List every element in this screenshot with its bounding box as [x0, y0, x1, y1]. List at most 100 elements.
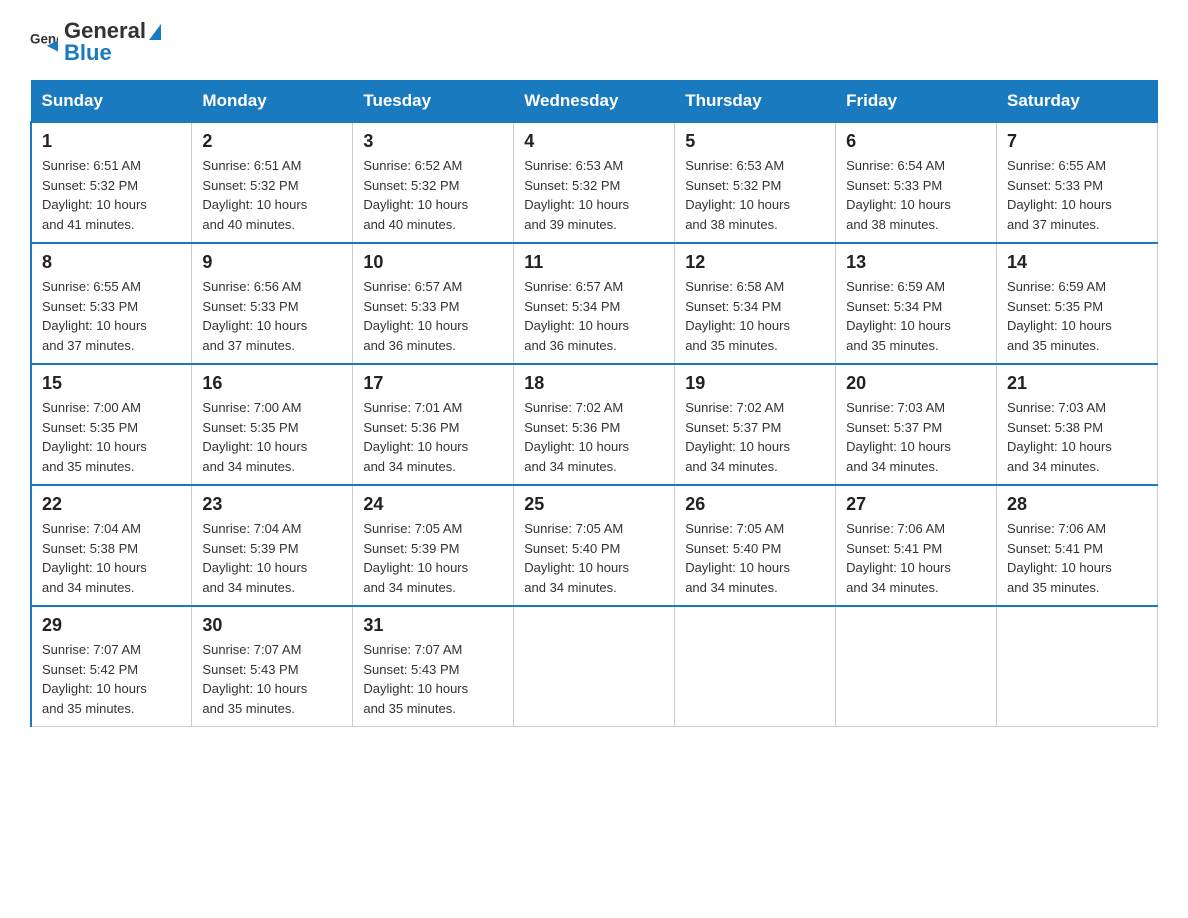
calendar-cell: 20 Sunrise: 7:03 AM Sunset: 5:37 PM Dayli… — [836, 364, 997, 485]
day-info: Sunrise: 6:58 AM Sunset: 5:34 PM Dayligh… — [685, 277, 825, 355]
calendar-cell — [514, 606, 675, 727]
calendar-week-row: 1 Sunrise: 6:51 AM Sunset: 5:32 PM Daylig… — [31, 122, 1158, 243]
day-number: 9 — [202, 252, 342, 273]
logo-blue-text: Blue — [64, 42, 161, 64]
day-number: 30 — [202, 615, 342, 636]
calendar-cell: 4 Sunrise: 6:53 AM Sunset: 5:32 PM Daylig… — [514, 122, 675, 243]
calendar-cell: 21 Sunrise: 7:03 AM Sunset: 5:38 PM Dayli… — [997, 364, 1158, 485]
day-info: Sunrise: 7:07 AM Sunset: 5:43 PM Dayligh… — [363, 640, 503, 718]
day-info: Sunrise: 6:53 AM Sunset: 5:32 PM Dayligh… — [524, 156, 664, 234]
day-info: Sunrise: 6:53 AM Sunset: 5:32 PM Dayligh… — [685, 156, 825, 234]
day-info: Sunrise: 7:03 AM Sunset: 5:38 PM Dayligh… — [1007, 398, 1147, 476]
day-number: 28 — [1007, 494, 1147, 515]
day-number: 4 — [524, 131, 664, 152]
calendar-cell — [997, 606, 1158, 727]
day-number: 10 — [363, 252, 503, 273]
calendar-cell: 24 Sunrise: 7:05 AM Sunset: 5:39 PM Dayli… — [353, 485, 514, 606]
day-number: 1 — [42, 131, 181, 152]
calendar-cell — [675, 606, 836, 727]
calendar-cell: 29Sunrise: 7:07 AM Sunset: 5:42 PM Dayli… — [31, 606, 192, 727]
day-info: Sunrise: 6:57 AM Sunset: 5:33 PM Dayligh… — [363, 277, 503, 355]
day-number: 23 — [202, 494, 342, 515]
day-number: 5 — [685, 131, 825, 152]
day-number: 15 — [42, 373, 181, 394]
page-header: General General Blue — [30, 20, 1158, 64]
calendar-week-row: 22 Sunrise: 7:04 AM Sunset: 5:38 PM Dayli… — [31, 485, 1158, 606]
day-number: 8 — [42, 252, 181, 273]
day-info: Sunrise: 6:54 AM Sunset: 5:33 PM Dayligh… — [846, 156, 986, 234]
day-info: Sunrise: 7:02 AM Sunset: 5:37 PM Dayligh… — [685, 398, 825, 476]
day-number: 20 — [846, 373, 986, 394]
calendar-cell: 17 Sunrise: 7:01 AM Sunset: 5:36 PM Dayli… — [353, 364, 514, 485]
day-info: Sunrise: 6:55 AM Sunset: 5:33 PM Dayligh… — [1007, 156, 1147, 234]
day-info: Sunrise: 7:02 AM Sunset: 5:36 PM Dayligh… — [524, 398, 664, 476]
calendar-week-row: 15 Sunrise: 7:00 AM Sunset: 5:35 PM Dayli… — [31, 364, 1158, 485]
day-info: Sunrise: 6:55 AM Sunset: 5:33 PM Dayligh… — [42, 277, 181, 355]
calendar-cell: 5 Sunrise: 6:53 AM Sunset: 5:32 PM Daylig… — [675, 122, 836, 243]
calendar-cell: 11Sunrise: 6:57 AM Sunset: 5:34 PM Dayli… — [514, 243, 675, 364]
weekday-header-row: SundayMondayTuesdayWednesdayThursdayFrid… — [31, 81, 1158, 123]
calendar-cell: 19 Sunrise: 7:02 AM Sunset: 5:37 PM Dayli… — [675, 364, 836, 485]
day-info: Sunrise: 6:52 AM Sunset: 5:32 PM Dayligh… — [363, 156, 503, 234]
calendar-cell: 13Sunrise: 6:59 AM Sunset: 5:34 PM Dayli… — [836, 243, 997, 364]
weekday-header-thursday: Thursday — [675, 81, 836, 123]
day-info: Sunrise: 7:00 AM Sunset: 5:35 PM Dayligh… — [42, 398, 181, 476]
calendar-cell: 14 Sunrise: 6:59 AM Sunset: 5:35 PM Dayli… — [997, 243, 1158, 364]
calendar-cell: 28 Sunrise: 7:06 AM Sunset: 5:41 PM Dayli… — [997, 485, 1158, 606]
day-number: 27 — [846, 494, 986, 515]
weekday-header-friday: Friday — [836, 81, 997, 123]
day-info: Sunrise: 7:05 AM Sunset: 5:40 PM Dayligh… — [524, 519, 664, 597]
day-number: 19 — [685, 373, 825, 394]
day-info: Sunrise: 7:06 AM Sunset: 5:41 PM Dayligh… — [846, 519, 986, 597]
day-number: 14 — [1007, 252, 1147, 273]
calendar-cell: 23 Sunrise: 7:04 AM Sunset: 5:39 PM Dayli… — [192, 485, 353, 606]
day-info: Sunrise: 7:05 AM Sunset: 5:40 PM Dayligh… — [685, 519, 825, 597]
logo: General General Blue — [30, 20, 161, 64]
day-info: Sunrise: 6:51 AM Sunset: 5:32 PM Dayligh… — [202, 156, 342, 234]
day-number: 22 — [42, 494, 181, 515]
day-info: Sunrise: 7:01 AM Sunset: 5:36 PM Dayligh… — [363, 398, 503, 476]
day-info: Sunrise: 7:06 AM Sunset: 5:41 PM Dayligh… — [1007, 519, 1147, 597]
calendar-table: SundayMondayTuesdayWednesdayThursdayFrid… — [30, 80, 1158, 727]
day-number: 6 — [846, 131, 986, 152]
calendar-cell: 3 Sunrise: 6:52 AM Sunset: 5:32 PM Daylig… — [353, 122, 514, 243]
day-number: 3 — [363, 131, 503, 152]
calendar-cell: 27 Sunrise: 7:06 AM Sunset: 5:41 PM Dayli… — [836, 485, 997, 606]
logo-triangle — [149, 24, 161, 40]
calendar-cell: 25 Sunrise: 7:05 AM Sunset: 5:40 PM Dayli… — [514, 485, 675, 606]
calendar-cell: 30 Sunrise: 7:07 AM Sunset: 5:43 PM Dayli… — [192, 606, 353, 727]
calendar-cell: 16 Sunrise: 7:00 AM Sunset: 5:35 PM Dayli… — [192, 364, 353, 485]
calendar-cell: 12 Sunrise: 6:58 AM Sunset: 5:34 PM Dayli… — [675, 243, 836, 364]
day-info: Sunrise: 7:03 AM Sunset: 5:37 PM Dayligh… — [846, 398, 986, 476]
day-number: 12 — [685, 252, 825, 273]
day-number: 16 — [202, 373, 342, 394]
day-info: Sunrise: 7:05 AM Sunset: 5:39 PM Dayligh… — [363, 519, 503, 597]
calendar-cell: 15 Sunrise: 7:00 AM Sunset: 5:35 PM Dayli… — [31, 364, 192, 485]
calendar-cell: 6 Sunrise: 6:54 AM Sunset: 5:33 PM Daylig… — [836, 122, 997, 243]
day-info: Sunrise: 7:07 AM Sunset: 5:43 PM Dayligh… — [202, 640, 342, 718]
day-info: Sunrise: 7:04 AM Sunset: 5:38 PM Dayligh… — [42, 519, 181, 597]
day-info: Sunrise: 6:51 AM Sunset: 5:32 PM Dayligh… — [42, 156, 181, 234]
calendar-cell: 31Sunrise: 7:07 AM Sunset: 5:43 PM Dayli… — [353, 606, 514, 727]
calendar-cell: 18Sunrise: 7:02 AM Sunset: 5:36 PM Dayli… — [514, 364, 675, 485]
day-info: Sunrise: 7:00 AM Sunset: 5:35 PM Dayligh… — [202, 398, 342, 476]
day-number: 26 — [685, 494, 825, 515]
day-number: 24 — [363, 494, 503, 515]
weekday-header-tuesday: Tuesday — [353, 81, 514, 123]
day-number: 17 — [363, 373, 503, 394]
calendar-cell: 9 Sunrise: 6:56 AM Sunset: 5:33 PM Daylig… — [192, 243, 353, 364]
calendar-cell: 2 Sunrise: 6:51 AM Sunset: 5:32 PM Daylig… — [192, 122, 353, 243]
day-info: Sunrise: 6:56 AM Sunset: 5:33 PM Dayligh… — [202, 277, 342, 355]
day-info: Sunrise: 7:04 AM Sunset: 5:39 PM Dayligh… — [202, 519, 342, 597]
day-info: Sunrise: 6:59 AM Sunset: 5:35 PM Dayligh… — [1007, 277, 1147, 355]
calendar-cell: 10 Sunrise: 6:57 AM Sunset: 5:33 PM Dayli… — [353, 243, 514, 364]
day-number: 29 — [42, 615, 181, 636]
weekday-header-wednesday: Wednesday — [514, 81, 675, 123]
day-number: 21 — [1007, 373, 1147, 394]
day-number: 2 — [202, 131, 342, 152]
calendar-week-row: 29Sunrise: 7:07 AM Sunset: 5:42 PM Dayli… — [31, 606, 1158, 727]
calendar-week-row: 8 Sunrise: 6:55 AM Sunset: 5:33 PM Daylig… — [31, 243, 1158, 364]
day-number: 11 — [524, 252, 664, 273]
calendar-cell: 8 Sunrise: 6:55 AM Sunset: 5:33 PM Daylig… — [31, 243, 192, 364]
day-number: 25 — [524, 494, 664, 515]
